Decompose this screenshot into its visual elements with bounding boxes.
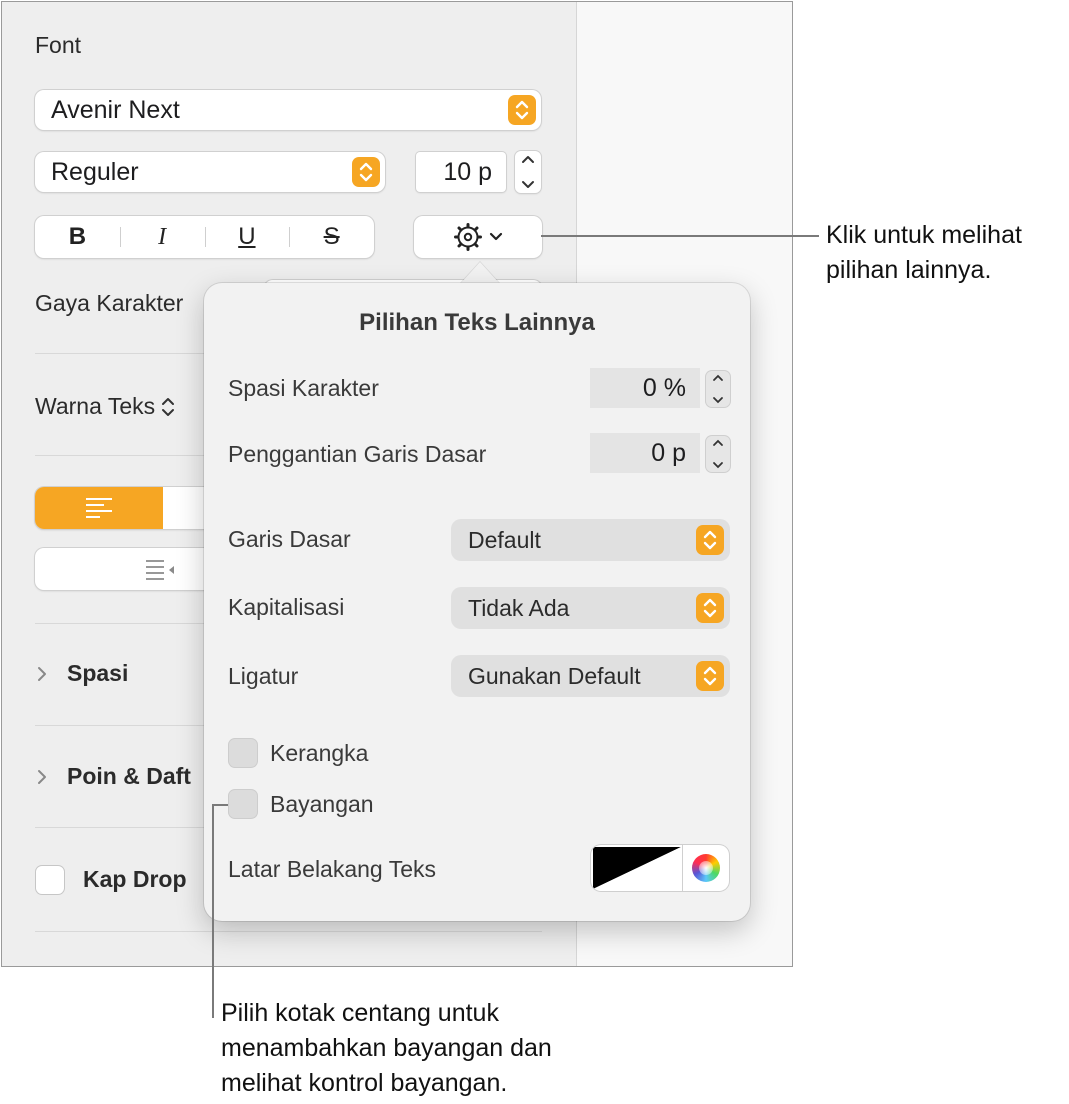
bold-button[interactable]: B: [35, 216, 120, 258]
shadow-checkbox[interactable]: [229, 790, 257, 818]
baseline-popup[interactable]: Default: [451, 519, 730, 561]
outline-checkbox[interactable]: [229, 739, 257, 767]
font-style-popup[interactable]: Reguler: [35, 152, 385, 192]
baseline-shift-field[interactable]: 0 p: [590, 433, 700, 473]
capitalization-label: Kapitalisasi: [228, 594, 345, 620]
text-color-label: Warna Teks: [35, 393, 156, 419]
shadow-label: Bayangan: [270, 791, 374, 817]
baseline-label: Garis Dasar: [228, 526, 351, 552]
align-left-button[interactable]: [35, 487, 163, 529]
character-spacing-label: Spasi Karakter: [228, 375, 379, 401]
stepper-up-icon[interactable]: [712, 373, 724, 382]
drop-cap-checkbox[interactable]: [36, 866, 64, 894]
stepper-down-icon[interactable]: [712, 461, 724, 470]
ligatures-label: Ligatur: [228, 663, 299, 689]
character-spacing-stepper[interactable]: [706, 371, 730, 407]
more-text-options-popover: Pilihan Teks Lainnya Spasi Karakter 0 % …: [204, 283, 750, 921]
outline-label: Kerangka: [270, 740, 369, 766]
character-spacing-field[interactable]: 0 %: [590, 368, 700, 408]
baseline-shift-stepper[interactable]: [706, 436, 730, 472]
underline-button[interactable]: U: [204, 216, 290, 258]
ligatures-value: Gunakan Default: [468, 662, 641, 689]
divider: [35, 931, 542, 932]
font-style-value: Reguler: [51, 157, 139, 186]
popover-arrow: [460, 262, 500, 284]
disclosure-chevron-icon: [38, 666, 46, 681]
text-background-swatch[interactable]: [591, 845, 683, 891]
callout-line-shadow: [212, 804, 214, 1018]
text-style-segmented: B I U S: [35, 216, 374, 258]
align-left-icon: [86, 498, 112, 518]
gear-icon: [454, 223, 482, 251]
chevron-updown-icon: [696, 661, 724, 691]
callout-gear-line2: pilihan lainnya.: [826, 256, 992, 284]
chevron-updown-icon: [162, 397, 175, 416]
callout-line-gear: [541, 235, 819, 237]
bullets-disclosure[interactable]: Poin & Daft: [35, 763, 191, 790]
chevron-updown-icon: [696, 525, 724, 555]
ligatures-popup[interactable]: Gunakan Default: [451, 655, 730, 697]
advanced-options-button[interactable]: [414, 216, 542, 258]
font-family-popup[interactable]: Avenir Next: [35, 90, 541, 130]
spacing-disclosure[interactable]: Spasi: [35, 660, 128, 687]
callout-shadow-line3: melihat kontrol bayangan.: [221, 1069, 508, 1097]
character-style-label: Gaya Karakter: [35, 290, 184, 316]
disclosure-chevron-icon: [38, 769, 46, 784]
chevron-down-icon: [489, 232, 503, 241]
chevron-updown-icon: [508, 95, 536, 125]
popover-title: Pilihan Teks Lainnya: [359, 309, 595, 336]
callout-shadow: Pilih kotak centang untuk menambahkan ba…: [221, 996, 552, 1101]
stepper-down-icon[interactable]: [521, 180, 535, 190]
bullets-label: Poin & Daft: [67, 763, 191, 789]
spacing-label: Spasi: [67, 660, 129, 686]
stepper-up-icon[interactable]: [521, 154, 535, 164]
color-swatch-icon: [593, 847, 681, 889]
text-background-color-control: [591, 845, 729, 891]
stepper-down-icon[interactable]: [712, 396, 724, 405]
baseline-value: Default: [468, 526, 541, 553]
chevron-updown-icon: [352, 157, 380, 187]
chevron-updown-icon: [696, 593, 724, 623]
callout-line-shadow-tick: [212, 804, 228, 806]
text-color-popup[interactable]: Warna Teks: [35, 393, 175, 420]
indent-icon: [146, 560, 174, 580]
callout-gear: Klik untuk melihat pilihan lainnya.: [826, 218, 1022, 288]
callout-shadow-line2: menambahkan bayangan dan: [221, 1034, 552, 1062]
color-wheel-icon: [692, 854, 720, 882]
font-family-value: Avenir Next: [51, 95, 180, 124]
font-size-stepper[interactable]: [515, 151, 541, 193]
strikethrough-button[interactable]: S: [289, 216, 374, 258]
capitalization-value: Tidak Ada: [468, 594, 570, 621]
stepper-up-icon[interactable]: [712, 438, 724, 447]
callout-gear-line1: Klik untuk melihat: [826, 221, 1022, 249]
font-section-label: Font: [35, 32, 82, 58]
italic-button[interactable]: I: [119, 216, 205, 258]
font-size-field[interactable]: 10 p: [416, 152, 506, 192]
callout-shadow-line1: Pilih kotak centang untuk: [221, 999, 499, 1027]
baseline-shift-label: Penggantian Garis Dasar: [228, 441, 487, 467]
drop-cap-label: Kap Drop: [83, 866, 187, 892]
capitalization-popup[interactable]: Tidak Ada: [451, 587, 730, 629]
color-wheel-button[interactable]: [683, 845, 729, 891]
text-background-label: Latar Belakang Teks: [228, 856, 436, 882]
